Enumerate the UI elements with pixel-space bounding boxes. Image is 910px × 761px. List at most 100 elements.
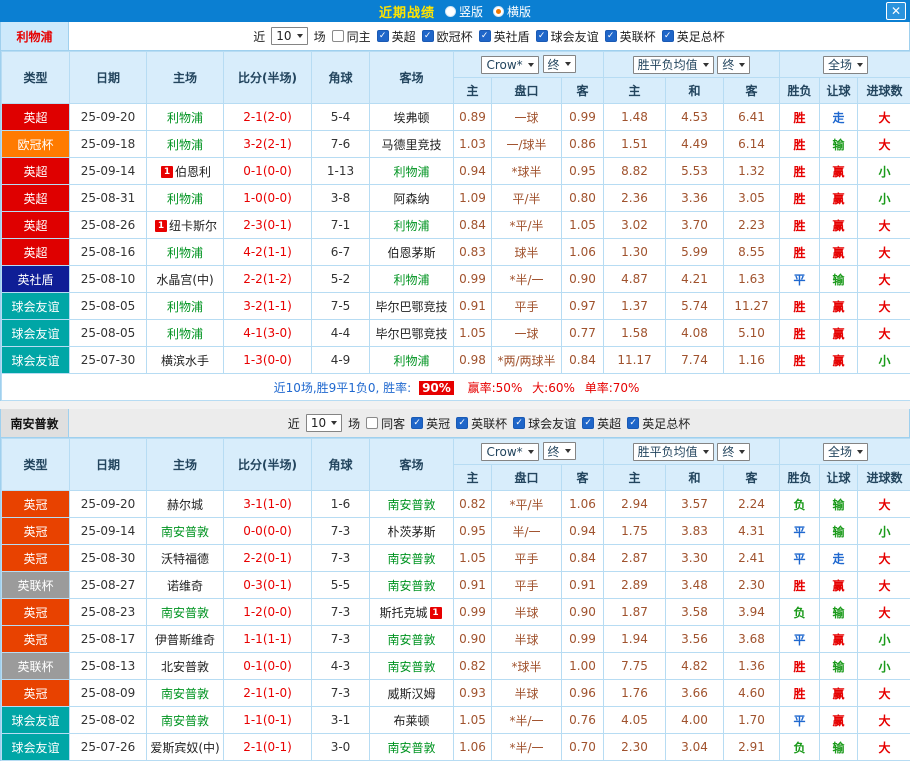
home-team[interactable]: 横滨水手: [147, 347, 224, 374]
score[interactable]: 4-1(3-0): [224, 320, 312, 347]
home-team[interactable]: 利物浦: [147, 293, 224, 320]
away-team[interactable]: 利物浦: [370, 212, 454, 239]
home-team[interactable]: 诺维奇: [147, 572, 224, 599]
same-venue-checkbox[interactable]: 同客: [366, 415, 405, 432]
company-dropdown[interactable]: Crow*: [481, 56, 538, 74]
score[interactable]: 1-1(0-1): [224, 707, 312, 734]
europe-type-dropdown[interactable]: 胜平负均值: [633, 56, 714, 74]
home-team[interactable]: 1伯恩利: [147, 158, 224, 185]
away-team[interactable]: 阿森纳: [370, 185, 454, 212]
asia-home-odds: 0.98: [454, 347, 492, 374]
league-filter-英超[interactable]: ✓英超: [377, 28, 416, 45]
score[interactable]: 4-2(1-1): [224, 239, 312, 266]
home-team[interactable]: 伊普斯维奇: [147, 626, 224, 653]
same-venue-checkbox[interactable]: 同主: [332, 28, 371, 45]
scope-dropdown[interactable]: 全场: [823, 56, 868, 74]
league-filter-英联杯[interactable]: ✓英联杯: [456, 415, 507, 432]
asia-home-odds: 0.84: [454, 212, 492, 239]
score[interactable]: 1-3(0-0): [224, 347, 312, 374]
close-button[interactable]: ✕: [886, 2, 906, 20]
home-team[interactable]: 南安普敦: [147, 599, 224, 626]
match-date: 25-08-17: [70, 626, 147, 653]
home-team[interactable]: 南安普敦: [147, 707, 224, 734]
away-team[interactable]: 朴茨茅斯: [370, 518, 454, 545]
league-filter-label: 英超: [597, 415, 621, 432]
league-filter-英超[interactable]: ✓英超: [582, 415, 621, 432]
league-filter-英联杯[interactable]: ✓英联杯: [605, 28, 656, 45]
layout-option-vertical[interactable]: 竖版: [445, 3, 483, 20]
europe-state-dropdown[interactable]: 终: [717, 443, 750, 461]
team-name-text: 利物浦: [393, 219, 429, 233]
home-team[interactable]: 利物浦: [147, 320, 224, 347]
league-filter-英冠[interactable]: ✓英冠: [411, 415, 450, 432]
away-team[interactable]: 威斯汉姆: [370, 680, 454, 707]
score[interactable]: 2-1(2-0): [224, 104, 312, 131]
team-name-text: 水晶宫(中): [156, 273, 213, 287]
europe-type-dropdown[interactable]: 胜平负均值: [633, 443, 714, 461]
away-team[interactable]: 马德里竞技: [370, 131, 454, 158]
score[interactable]: 2-1(0-1): [224, 734, 312, 761]
home-team[interactable]: 爱斯宾奴(中): [147, 734, 224, 761]
asia-handicap: 平/半: [492, 185, 562, 212]
home-team[interactable]: 沃特福德: [147, 545, 224, 572]
home-team[interactable]: 利物浦: [147, 131, 224, 158]
away-team[interactable]: 南安普敦: [370, 653, 454, 680]
away-team[interactable]: 南安普敦: [370, 572, 454, 599]
away-team[interactable]: 埃弗顿: [370, 104, 454, 131]
away-team[interactable]: 毕尔巴鄂竞技: [370, 293, 454, 320]
handicap-result-cell: 输: [820, 131, 858, 158]
away-team[interactable]: 斯托克城1: [370, 599, 454, 626]
score[interactable]: 0-0(0-0): [224, 518, 312, 545]
home-team[interactable]: 利物浦: [147, 104, 224, 131]
league-filter-英足总杯[interactable]: ✓英足总杯: [662, 28, 725, 45]
home-team[interactable]: 北安普敦: [147, 653, 224, 680]
asia-away-odds: 1.06: [562, 239, 604, 266]
home-team[interactable]: 1纽卡斯尔: [147, 212, 224, 239]
handicap-result-cell: 赢: [820, 158, 858, 185]
away-team[interactable]: 伯恩茅斯: [370, 239, 454, 266]
away-team[interactable]: 毕尔巴鄂竞技: [370, 320, 454, 347]
score[interactable]: 3-2(1-1): [224, 293, 312, 320]
company-state-dropdown[interactable]: 终: [543, 55, 576, 73]
away-team[interactable]: 利物浦: [370, 158, 454, 185]
score[interactable]: 1-1(1-1): [224, 626, 312, 653]
recent-count-dropdown[interactable]: 10: [271, 27, 307, 45]
score[interactable]: 1-2(0-0): [224, 599, 312, 626]
home-team[interactable]: 南安普敦: [147, 680, 224, 707]
away-team[interactable]: 南安普敦: [370, 491, 454, 518]
league-filter-球会友谊[interactable]: ✓球会友谊: [536, 28, 599, 45]
home-team[interactable]: 南安普敦: [147, 518, 224, 545]
score[interactable]: 0-1(0-0): [224, 653, 312, 680]
score[interactable]: 2-1(1-0): [224, 680, 312, 707]
home-team[interactable]: 赫尔城: [147, 491, 224, 518]
recent-count-dropdown[interactable]: 10: [306, 414, 342, 432]
league-filter-英足总杯[interactable]: ✓英足总杯: [627, 415, 690, 432]
away-team[interactable]: 利物浦: [370, 347, 454, 374]
score[interactable]: 3-2(2-1): [224, 131, 312, 158]
away-team[interactable]: 南安普敦: [370, 545, 454, 572]
league-filter-球会友谊[interactable]: ✓球会友谊: [513, 415, 576, 432]
company-dropdown[interactable]: Crow*: [481, 443, 538, 461]
score[interactable]: 2-2(1-2): [224, 266, 312, 293]
away-team[interactable]: 利物浦: [370, 266, 454, 293]
layout-option-horizontal[interactable]: 横版: [493, 3, 531, 20]
away-team[interactable]: 布莱顿: [370, 707, 454, 734]
home-team[interactable]: 利物浦: [147, 239, 224, 266]
away-team[interactable]: 南安普敦: [370, 626, 454, 653]
company-state-dropdown[interactable]: 终: [543, 442, 576, 460]
league-filter-欧冠杯[interactable]: ✓欧冠杯: [422, 28, 473, 45]
score[interactable]: 2-2(0-1): [224, 545, 312, 572]
away-team[interactable]: 南安普敦: [370, 734, 454, 761]
score[interactable]: 3-1(1-0): [224, 491, 312, 518]
europe-away-odds: 2.91: [724, 734, 780, 761]
home-team[interactable]: 水晶宫(中): [147, 266, 224, 293]
europe-home-odds: 1.94: [604, 626, 666, 653]
score[interactable]: 0-3(0-1): [224, 572, 312, 599]
league-filter-英社盾[interactable]: ✓英社盾: [479, 28, 530, 45]
score[interactable]: 2-3(0-1): [224, 212, 312, 239]
score[interactable]: 1-0(0-0): [224, 185, 312, 212]
home-team[interactable]: 利物浦: [147, 185, 224, 212]
score[interactable]: 0-1(0-0): [224, 158, 312, 185]
europe-state-dropdown[interactable]: 终: [717, 56, 750, 74]
scope-dropdown[interactable]: 全场: [823, 443, 868, 461]
